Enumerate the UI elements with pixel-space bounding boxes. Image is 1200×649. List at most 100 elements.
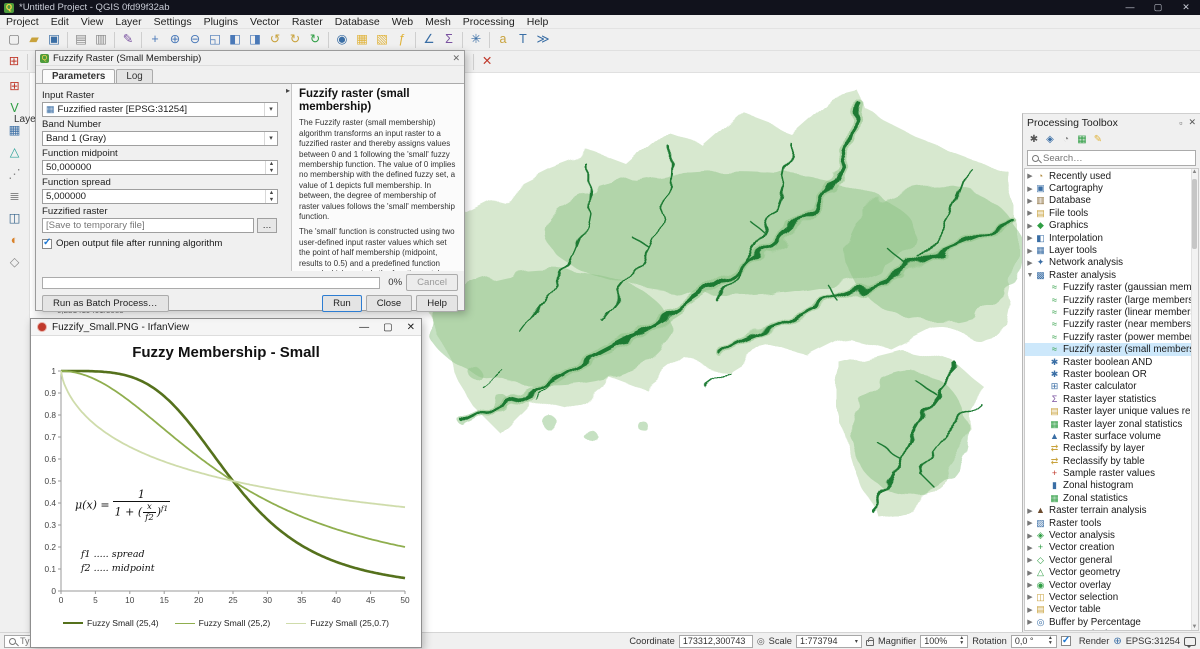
pan-map-icon[interactable]: + [145,30,165,50]
dialog-title-bar[interactable]: Q Fuzzify Raster (Small Membership) ✕ [36,51,464,66]
toolbox-algorithm-raster-boolean-and[interactable]: ✱Raster boolean AND [1025,356,1198,368]
toolbox-group-raster-terrain-analysis[interactable]: ▶▲Raster terrain analysis [1025,505,1198,517]
spin-down-icon[interactable]: ▼ [959,641,964,647]
toolbox-group-vector-table[interactable]: ▶▤Vector table [1025,604,1198,616]
open-output-checkbox[interactable] [42,239,52,249]
minimize-button[interactable]: — [1116,0,1144,15]
run-as-batch-button[interactable]: Run as Batch Process… [42,295,169,312]
save-project-icon[interactable]: ▣ [44,30,64,50]
chevron-right-icon[interactable]: ▶ [1025,532,1035,540]
identify-features-icon[interactable]: ◉ [332,30,352,50]
toolbox-group-interpolation[interactable]: ▶◧Interpolation [1025,232,1198,244]
menu-item-edit[interactable]: Edit [45,15,75,29]
new-project-icon[interactable]: ▢ [4,30,24,50]
coordinate-field[interactable]: 173312,300743 [679,635,753,648]
crs-label[interactable]: EPSG:31254 [1126,636,1180,646]
zoom-out-icon[interactable]: ⊖ [185,30,205,50]
menu-item-mesh[interactable]: Mesh [419,15,457,29]
chevron-right-icon[interactable]: ▶ [1025,222,1035,230]
refresh-map-icon[interactable]: ↻ [305,30,325,50]
cancel-button[interactable]: Cancel [406,274,458,291]
add-mesh-layer-icon[interactable]: △ [5,143,25,163]
toolbox-group-vector-analysis[interactable]: ▶◈Vector analysis [1025,529,1198,541]
menu-item-raster[interactable]: Raster [286,15,329,29]
chevron-right-icon[interactable]: ▶ [1025,259,1035,267]
menu-item-processing[interactable]: Processing [457,15,521,29]
dialog-close-button[interactable]: ✕ [452,53,460,64]
history-icon[interactable]: ◔ [1058,132,1074,148]
statistical-summary-icon[interactable]: Σ [439,30,459,50]
function-spread-spinbox[interactable]: 5,000000 ▲▼ [42,189,278,204]
toolbox-group-vector-overlay[interactable]: ▶◉Vector overlay [1025,579,1198,591]
toolbox-group-raster-tools[interactable]: ▶▨Raster tools [1025,517,1198,529]
zoom-last-icon[interactable]: ↺ [265,30,285,50]
output-file-field[interactable]: [Save to temporary file] [42,218,254,233]
python-console-icon[interactable]: ≫ [533,30,553,50]
viewer-title-bar[interactable]: Fuzzify_Small.PNG - IrfanView — ▢ ✕ [31,319,421,336]
add-wms-layer-icon[interactable]: ◐ [5,231,25,251]
tab-parameters[interactable]: Parameters [42,69,115,83]
toolbox-group-vector-selection[interactable]: ▶◫Vector selection [1025,591,1198,603]
toolbox-algorithm-raster-surface-volume[interactable]: ▲Raster surface volume [1025,430,1198,442]
labeling-icon[interactable]: a [493,30,513,50]
close-dialog-button[interactable]: Close [366,295,413,312]
toolbox-algorithm-fuzzify-raster-gaussian-membership[interactable]: ≈Fuzzify raster (gaussian membership) [1025,282,1198,294]
menu-item-plugins[interactable]: Plugins [198,15,244,29]
toolbox-group-buffer-by-percentage[interactable]: ▶◎Buffer by Percentage [1025,616,1198,628]
toolbox-algorithm-sample-raster-values[interactable]: +Sample raster values [1025,467,1198,479]
chevron-right-icon[interactable]: ▶ [1025,507,1035,515]
collapse-help-arrow-icon[interactable]: ▸ [286,86,290,95]
chevron-right-icon[interactable]: ▶ [1025,556,1035,564]
tab-log[interactable]: Log [116,69,152,83]
style-manager-icon[interactable]: ✎ [118,30,138,50]
zoom-to-selection-icon[interactable]: ◧ [225,30,245,50]
close-button[interactable]: ✕ [1172,0,1200,15]
spin-down-icon[interactable]: ▼ [1048,641,1053,647]
toolbox-group-vector-creation[interactable]: ▶+Vector creation [1025,542,1198,554]
chevron-right-icon[interactable]: ▶ [1025,209,1035,217]
delete-selected-icon[interactable]: ✕ [477,52,497,72]
chevron-right-icon[interactable]: ▶ [1025,172,1035,180]
select-by-expression-icon[interactable]: ƒ [392,30,412,50]
menu-item-help[interactable]: Help [521,15,555,29]
menu-item-vector[interactable]: Vector [244,15,286,29]
menu-item-layer[interactable]: Layer [109,15,147,29]
band-number-combo[interactable]: Band 1 (Gray) ▾ [42,131,278,146]
menu-item-settings[interactable]: Settings [148,15,198,29]
add-point-cloud-layer-icon[interactable]: ⋰ [5,165,25,185]
chevron-right-icon[interactable]: ▶ [1025,234,1035,242]
viewer-maximize-button[interactable]: ▢ [383,322,392,333]
viewer-minimize-button[interactable]: — [359,322,369,333]
chevron-down-icon[interactable]: ▾ [264,132,277,145]
toolbox-group-file-tools[interactable]: ▶▤File tools [1025,207,1198,219]
toolbox-algorithm-zonal-statistics[interactable]: ▦Zonal statistics [1025,492,1198,504]
browse-output-button[interactable]: … [257,218,277,233]
data-source-manager-icon[interactable]: ⊞ [4,52,24,72]
open-data-source-manager-icon[interactable]: ⊞ [5,77,25,97]
toolbox-group-vector-general[interactable]: ▶◇Vector general [1025,554,1198,566]
menu-item-project[interactable]: Project [0,15,45,29]
processing-toolbox-icon[interactable]: ✳ [466,30,486,50]
toolbox-group-raster-analysis[interactable]: ▼▩Raster analysis [1025,269,1198,281]
open-project-icon[interactable]: ▰ [24,30,44,50]
toolbox-algorithm-fuzzify-raster-power-membership[interactable]: ≈Fuzzify raster (power membership) [1025,331,1198,343]
lock-scale-icon[interactable] [866,640,874,646]
toolbox-group-vector-geometry[interactable]: ▶△Vector geometry [1025,567,1198,579]
toolbox-algorithm-reclassify-by-table[interactable]: ⇄Reclassify by table [1025,455,1198,467]
edit-in-place-icon[interactable]: ✎ [1090,132,1106,148]
results-viewer-icon[interactable]: ▦ [1074,132,1090,148]
toolbox-algorithm-raster-layer-unique-values-report[interactable]: ▤Raster layer unique values report [1025,405,1198,417]
toolbox-algorithm-reclassify-by-layer[interactable]: ⇄Reclassify by layer [1025,443,1198,455]
zoom-in-icon[interactable]: ⊕ [165,30,185,50]
toolbox-group-network-analysis[interactable]: ▶✦Network analysis [1025,257,1198,269]
zoom-full-icon[interactable]: ◱ [205,30,225,50]
chevron-right-icon[interactable]: ▶ [1025,247,1035,255]
chevron-right-icon[interactable]: ▶ [1025,618,1035,626]
input-raster-combo[interactable]: ▦ Fuzzified raster [EPSG:31254] ▾ [42,102,278,117]
zoom-next-icon[interactable]: ↻ [285,30,305,50]
chevron-down-icon[interactable]: ▾ [264,103,277,116]
toolbox-algorithm-zonal-histogram[interactable]: ▮Zonal histogram [1025,480,1198,492]
menu-item-database[interactable]: Database [329,15,386,29]
maximize-button[interactable]: ▢ [1144,0,1172,15]
chevron-right-icon[interactable]: ▶ [1025,544,1035,552]
